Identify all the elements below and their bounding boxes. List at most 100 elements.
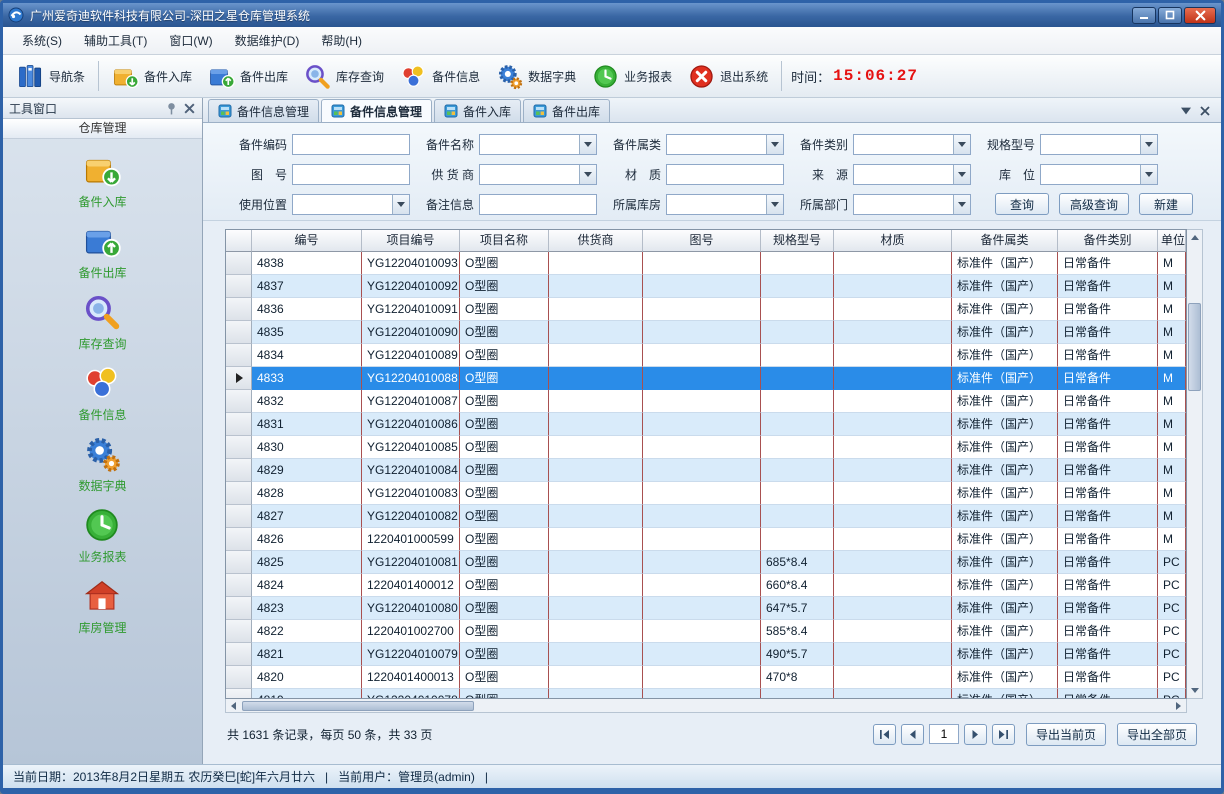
grid-cell[interactable]: M: [1158, 528, 1186, 551]
grid-cell[interactable]: [549, 298, 643, 321]
query-button[interactable]: 查询: [995, 193, 1049, 215]
grid-cell[interactable]: 日常备件: [1058, 597, 1158, 620]
grid-cell[interactable]: 日常备件: [1058, 482, 1158, 505]
grid-cell[interactable]: M: [1158, 390, 1186, 413]
grid-cell[interactable]: [834, 298, 952, 321]
grid-cell[interactable]: 1220401400012: [362, 574, 460, 597]
grid-cell[interactable]: M: [1158, 459, 1186, 482]
grid-cell[interactable]: O型圈: [460, 643, 549, 666]
grid-cell[interactable]: PC: [1158, 597, 1186, 620]
grid-cell[interactable]: 585*8.4: [761, 620, 834, 643]
grid-cell[interactable]: [549, 528, 643, 551]
grid-cell[interactable]: YG12204010093: [362, 252, 460, 275]
grid-cell[interactable]: [643, 643, 761, 666]
grid-cell[interactable]: 标准件（国产）: [952, 528, 1058, 551]
grid-cell[interactable]: 日常备件: [1058, 275, 1158, 298]
grid-cell[interactable]: 4825: [252, 551, 362, 574]
grid-cell[interactable]: O型圈: [460, 482, 549, 505]
grid-cell[interactable]: [643, 321, 761, 344]
grid-cell[interactable]: [549, 413, 643, 436]
grid-cell[interactable]: YG12204010079: [362, 643, 460, 666]
tab-2[interactable]: 备件入库: [434, 99, 521, 122]
grid-cell[interactable]: 日常备件: [1058, 390, 1158, 413]
grid-cell[interactable]: 日常备件: [1058, 459, 1158, 482]
search-input-field[interactable]: [1041, 165, 1140, 184]
grid-cell[interactable]: 1220401000599: [362, 528, 460, 551]
grid-cell[interactable]: 4823: [252, 597, 362, 620]
grid-cell[interactable]: 标准件（国产）: [952, 459, 1058, 482]
grid-cell[interactable]: YG12204010083: [362, 482, 460, 505]
sidebar-item-parts-info[interactable]: 备件信息: [78, 364, 126, 423]
toolbar-parts-in-button[interactable]: 备件入库: [104, 59, 200, 94]
grid-cell[interactable]: [834, 482, 952, 505]
grid-cell[interactable]: [643, 528, 761, 551]
grid-cell[interactable]: 1220401400013: [362, 666, 460, 689]
grid-cell[interactable]: 标准件（国产）: [952, 344, 1058, 367]
grid-cell[interactable]: [761, 390, 834, 413]
toolbar-exit-button[interactable]: 退出系统: [680, 59, 776, 94]
column-header[interactable]: 供货商: [549, 230, 643, 252]
grid-cell[interactable]: PC: [1158, 620, 1186, 643]
grid-cell[interactable]: 日常备件: [1058, 689, 1158, 698]
grid-cell[interactable]: 490*5.7: [761, 643, 834, 666]
grid-cell[interactable]: 标准件（国产）: [952, 574, 1058, 597]
search-input-field[interactable]: [293, 135, 409, 154]
column-header[interactable]: 项目编号: [362, 230, 460, 252]
grid-cell[interactable]: 标准件（国产）: [952, 689, 1058, 698]
grid-cell[interactable]: O型圈: [460, 528, 549, 551]
grid-cell[interactable]: [643, 505, 761, 528]
grid-cell[interactable]: [761, 459, 834, 482]
scroll-right-icon[interactable]: [1171, 699, 1186, 712]
grid-cell[interactable]: PC: [1158, 551, 1186, 574]
grid-cell[interactable]: 标准件（国产）: [952, 597, 1058, 620]
grid-cell[interactable]: [834, 252, 952, 275]
scroll-up-icon[interactable]: [1187, 230, 1202, 245]
table-row[interactable]: 48221220401002700O型圈585*8.4标准件（国产）日常备件PC: [226, 620, 1186, 643]
grid-cell[interactable]: O型圈: [460, 298, 549, 321]
grid-cell[interactable]: 标准件（国产）: [952, 298, 1058, 321]
table-row[interactable]: 4837YG12204010092O型圈标准件（国产）日常备件M: [226, 275, 1186, 298]
grid-cell[interactable]: [834, 367, 952, 390]
sidebar-item-parts-out[interactable]: 备件出库: [78, 222, 126, 281]
grid-cell[interactable]: O型圈: [460, 321, 549, 344]
grid-cell[interactable]: [549, 666, 643, 689]
dropdown-arrow-icon[interactable]: [766, 195, 783, 214]
toolbar-parts-out-button[interactable]: 备件出库: [200, 59, 296, 94]
page-number-input[interactable]: [929, 724, 959, 744]
grid-cell[interactable]: [643, 275, 761, 298]
table-row[interactable]: 4828YG12204010083O型圈标准件（国产）日常备件M: [226, 482, 1186, 505]
grid-cell[interactable]: [643, 367, 761, 390]
grid-cell[interactable]: 660*8.4: [761, 574, 834, 597]
grid-cell[interactable]: [549, 367, 643, 390]
grid-cell[interactable]: 标准件（国产）: [952, 275, 1058, 298]
dropdown-arrow-icon[interactable]: [953, 135, 970, 154]
grid-cell[interactable]: [549, 551, 643, 574]
grid-cell[interactable]: [834, 551, 952, 574]
grid-cell[interactable]: [761, 505, 834, 528]
grid-cell[interactable]: 4833: [252, 367, 362, 390]
grid-cell[interactable]: 日常备件: [1058, 321, 1158, 344]
vertical-scroll-thumb[interactable]: [1188, 303, 1201, 391]
grid-cell[interactable]: YG12204010087: [362, 390, 460, 413]
vertical-scrollbar[interactable]: [1187, 229, 1203, 699]
grid-cell[interactable]: 4830: [252, 436, 362, 459]
grid-cell[interactable]: [643, 436, 761, 459]
grid-cell[interactable]: YG12204010092: [362, 275, 460, 298]
grid-cell[interactable]: 4835: [252, 321, 362, 344]
table-row[interactable]: 4832YG12204010087O型圈标准件（国产）日常备件M: [226, 390, 1186, 413]
grid-cell[interactable]: YG12204010081: [362, 551, 460, 574]
grid-cell[interactable]: 4821: [252, 643, 362, 666]
grid-cell[interactable]: O型圈: [460, 505, 549, 528]
grid-cell[interactable]: O型圈: [460, 620, 549, 643]
grid-cell[interactable]: [643, 689, 761, 698]
table-row[interactable]: 4819YG12204010078O型圈标准件（国产）日常备件PC: [226, 689, 1186, 698]
column-header[interactable]: 单位: [1158, 230, 1186, 252]
grid-cell[interactable]: [761, 413, 834, 436]
grid-cell[interactable]: [834, 321, 952, 344]
grid-cell[interactable]: YG12204010078: [362, 689, 460, 698]
dropdown-arrow-icon[interactable]: [953, 165, 970, 184]
grid-cell[interactable]: [761, 298, 834, 321]
grid-cell[interactable]: 日常备件: [1058, 367, 1158, 390]
grid-cell[interactable]: M: [1158, 275, 1186, 298]
grid-cell[interactable]: [643, 551, 761, 574]
